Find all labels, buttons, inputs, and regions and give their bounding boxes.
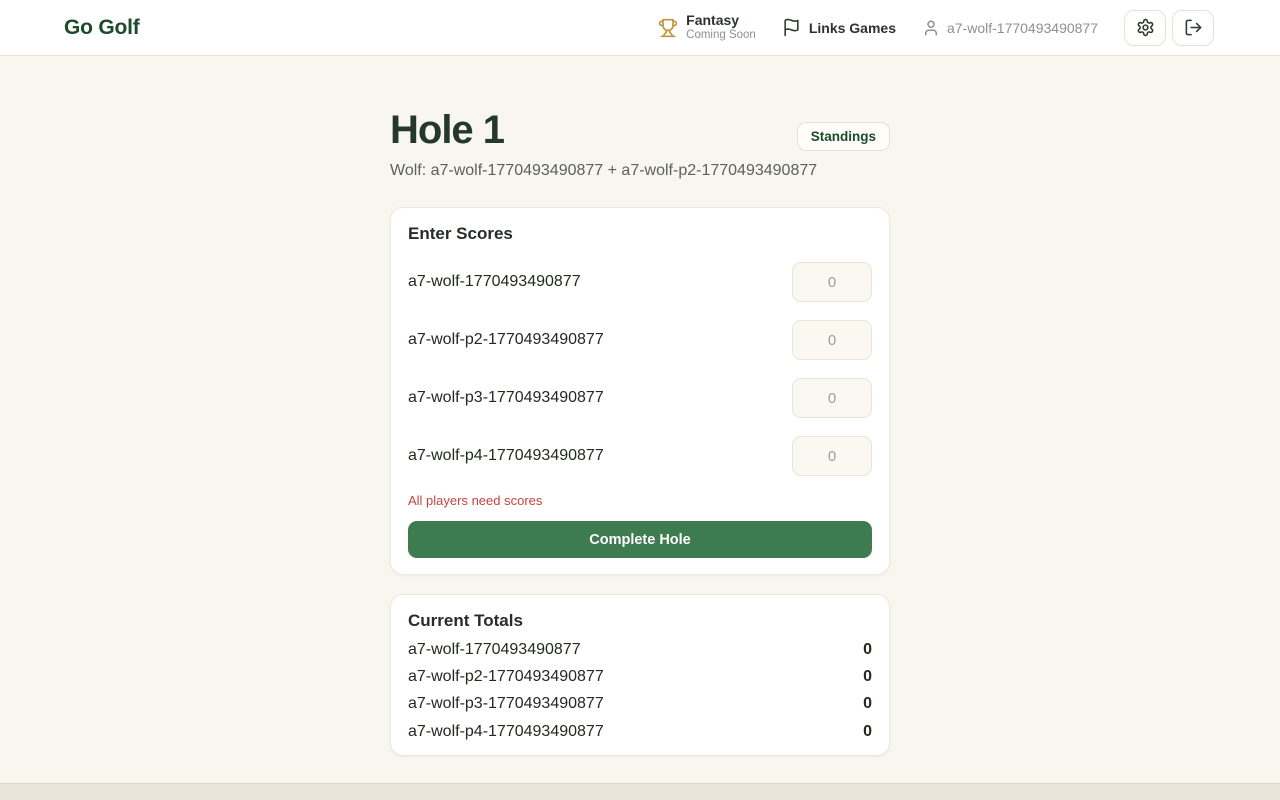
total-value: 0 bbox=[863, 640, 872, 659]
current-totals-card: Current Totals a7-wolf-1770493490877 0 a… bbox=[390, 594, 890, 756]
complete-hole-button[interactable]: Complete Hole bbox=[408, 521, 872, 558]
enter-scores-card: Enter Scores a7-wolf-1770493490877 a7-wo… bbox=[390, 207, 890, 575]
logout-button[interactable] bbox=[1172, 10, 1214, 46]
total-value: 0 bbox=[863, 667, 872, 686]
main-content: Hole 1 Standings Wolf: a7-wolf-177049349… bbox=[390, 56, 890, 756]
total-player-name: a7-wolf-p3-1770493490877 bbox=[408, 694, 604, 713]
total-row: a7-wolf-p2-1770493490877 0 bbox=[408, 667, 872, 686]
total-value: 0 bbox=[863, 722, 872, 741]
total-row: a7-wolf-p4-1770493490877 0 bbox=[408, 722, 872, 741]
nav-item-links-games[interactable]: Links Games bbox=[782, 18, 896, 37]
standings-button[interactable]: Standings bbox=[797, 122, 890, 151]
links-games-label: Links Games bbox=[809, 20, 896, 36]
user-chip[interactable]: a7-wolf-1770493490877 bbox=[922, 19, 1098, 37]
score-input-p2[interactable] bbox=[792, 320, 872, 360]
footer-strip bbox=[0, 783, 1280, 800]
total-value: 0 bbox=[863, 694, 872, 713]
nav-item-fantasy[interactable]: Fantasy Coming Soon bbox=[658, 12, 756, 42]
app-header: Go Golf Fantasy Coming Soon bbox=[0, 0, 1280, 56]
page-title: Hole 1 bbox=[390, 108, 504, 152]
brand-logo[interactable]: Go Golf bbox=[64, 16, 140, 40]
score-row: a7-wolf-p4-1770493490877 bbox=[408, 436, 872, 476]
trophy-icon bbox=[658, 18, 678, 38]
total-player-name: a7-wolf-p4-1770493490877 bbox=[408, 722, 604, 741]
score-row: a7-wolf-p3-1770493490877 bbox=[408, 378, 872, 418]
total-row: a7-wolf-p3-1770493490877 0 bbox=[408, 694, 872, 713]
current-totals-heading: Current Totals bbox=[408, 611, 872, 631]
flag-icon bbox=[782, 18, 801, 37]
score-input-p1[interactable] bbox=[792, 262, 872, 302]
total-player-name: a7-wolf-p2-1770493490877 bbox=[408, 667, 604, 686]
score-row: a7-wolf-p2-1770493490877 bbox=[408, 320, 872, 360]
player-name: a7-wolf-p2-1770493490877 bbox=[408, 331, 604, 349]
player-name: a7-wolf-p4-1770493490877 bbox=[408, 447, 604, 465]
logout-icon bbox=[1184, 18, 1203, 37]
header-nav: Fantasy Coming Soon Links Games a7-wolf-… bbox=[658, 10, 1214, 46]
score-row: a7-wolf-1770493490877 bbox=[408, 262, 872, 302]
score-input-p3[interactable] bbox=[792, 378, 872, 418]
total-player-name: a7-wolf-1770493490877 bbox=[408, 640, 581, 659]
fantasy-label: Fantasy bbox=[686, 12, 756, 28]
settings-button[interactable] bbox=[1124, 10, 1166, 46]
enter-scores-heading: Enter Scores bbox=[408, 224, 872, 244]
score-input-p4[interactable] bbox=[792, 436, 872, 476]
player-name: a7-wolf-1770493490877 bbox=[408, 273, 581, 291]
fantasy-sublabel: Coming Soon bbox=[686, 29, 756, 42]
username-text: a7-wolf-1770493490877 bbox=[947, 20, 1098, 36]
gear-icon bbox=[1136, 18, 1155, 37]
validation-message: All players need scores bbox=[408, 493, 872, 508]
page-subtitle: Wolf: a7-wolf-1770493490877 + a7-wolf-p2… bbox=[390, 162, 890, 180]
player-name: a7-wolf-p3-1770493490877 bbox=[408, 389, 604, 407]
total-row: a7-wolf-1770493490877 0 bbox=[408, 640, 872, 659]
user-icon bbox=[922, 19, 940, 37]
